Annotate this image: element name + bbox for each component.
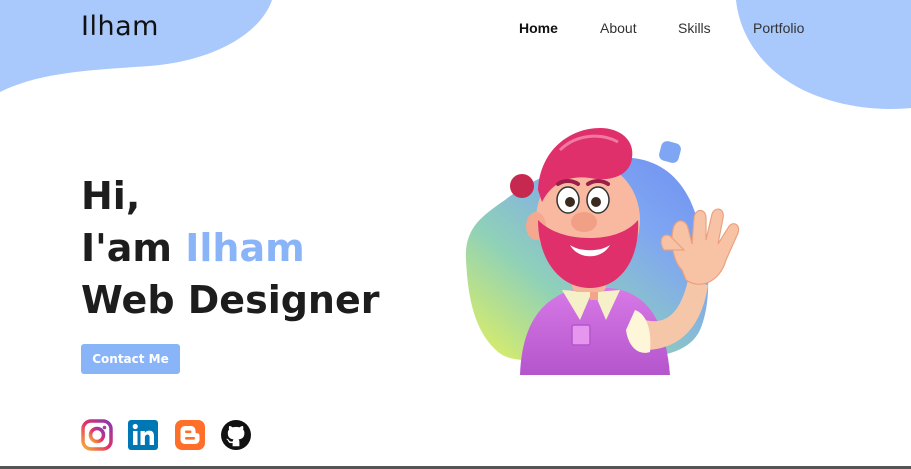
- github-icon[interactable]: [220, 419, 252, 451]
- waving-character-illustration: [465, 128, 740, 375]
- hero-greeting: Hi,: [81, 174, 141, 218]
- nav-home-link[interactable]: Home: [519, 20, 558, 36]
- hero-text: Hi, I'am Ilham Web Designer: [81, 170, 380, 326]
- hero-role: Web Designer: [81, 278, 380, 322]
- contact-me-button[interactable]: Contact Me: [81, 344, 180, 374]
- linkedin-icon[interactable]: [127, 419, 159, 451]
- hero-intro: I'am Ilham: [81, 222, 380, 274]
- blogger-icon[interactable]: [174, 419, 206, 451]
- instagram-icon[interactable]: [81, 419, 113, 451]
- hero-name: Ilham: [185, 226, 305, 270]
- hero-intro-prefix: I'am: [81, 226, 173, 270]
- nav-about-link[interactable]: About: [600, 20, 637, 36]
- nav-portfolio-link[interactable]: Portfolio: [753, 20, 804, 36]
- nav-skills-link[interactable]: Skills: [678, 20, 711, 36]
- logo[interactable]: Ilham: [81, 11, 159, 42]
- site-header: Ilham Home About Skills Portfolio: [0, 0, 911, 60]
